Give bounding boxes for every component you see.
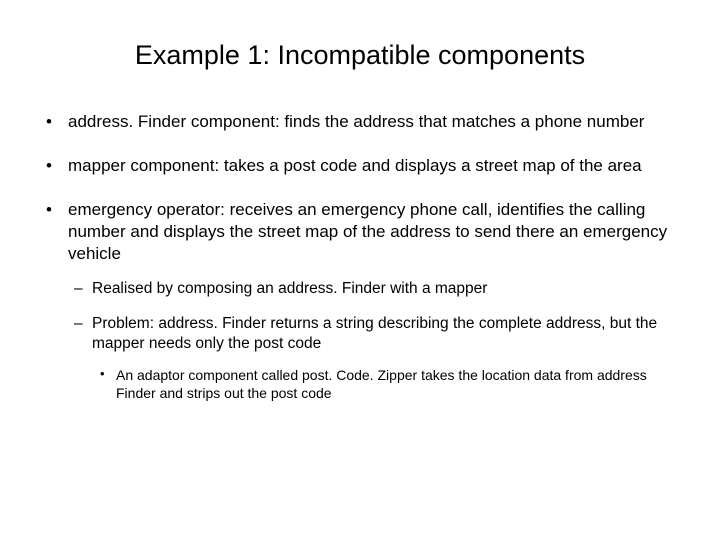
sub-bullet-text: Realised by composing an address. Finder… bbox=[92, 280, 487, 297]
sub-bullet-list: Realised by composing an address. Finder… bbox=[68, 279, 680, 402]
bullet-text: address. Finder component: finds the add… bbox=[68, 112, 644, 131]
sub-sub-bullet-list: An adaptor component called post. Code. … bbox=[92, 366, 680, 402]
list-item: Problem: address. Finder returns a strin… bbox=[68, 314, 680, 403]
main-bullet-list: address. Finder component: finds the add… bbox=[40, 111, 680, 402]
sub-bullet-text: Problem: address. Finder returns a strin… bbox=[92, 315, 657, 352]
bullet-text: emergency operator: receives an emergenc… bbox=[68, 200, 667, 263]
slide-title: Example 1: Incompatible components bbox=[40, 40, 680, 71]
list-item: An adaptor component called post. Code. … bbox=[92, 366, 680, 402]
list-item: address. Finder component: finds the add… bbox=[40, 111, 680, 133]
bullet-text: mapper component: takes a post code and … bbox=[68, 156, 642, 175]
list-item: emergency operator: receives an emergenc… bbox=[40, 199, 680, 402]
list-item: mapper component: takes a post code and … bbox=[40, 155, 680, 177]
sub-sub-bullet-text: An adaptor component called post. Code. … bbox=[116, 367, 647, 401]
list-item: Realised by composing an address. Finder… bbox=[68, 279, 680, 299]
